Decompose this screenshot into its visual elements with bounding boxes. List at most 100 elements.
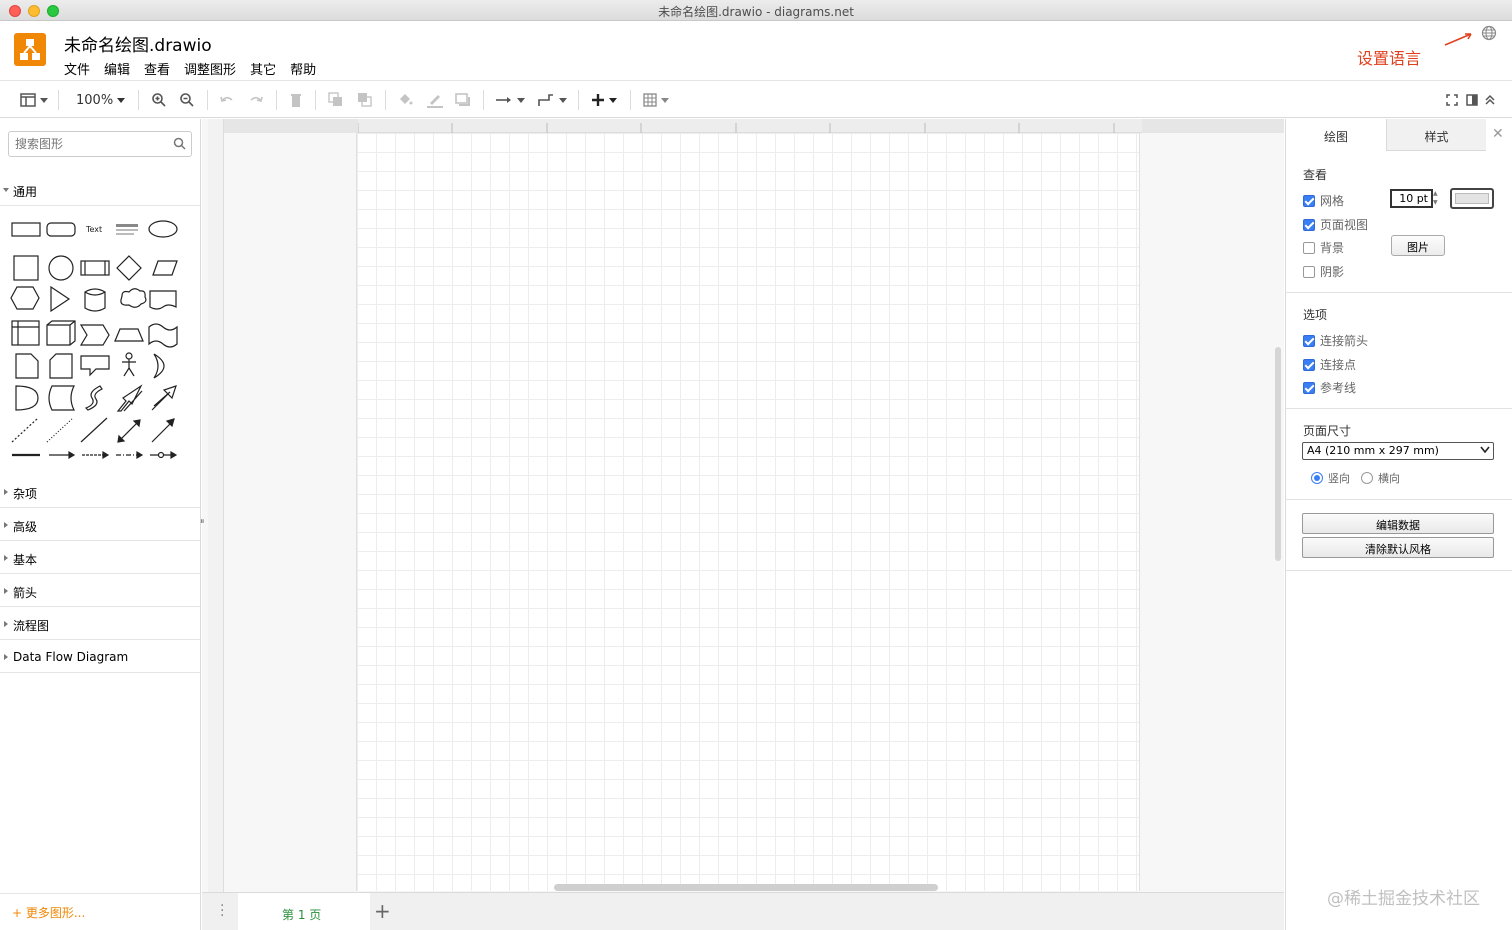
main-toolbar: 100% bbox=[0, 82, 1512, 118]
grid-size-stepper[interactable]: ▲ ▼ bbox=[1433, 189, 1438, 207]
chevron-down-icon bbox=[609, 97, 617, 103]
undo-icon bbox=[220, 96, 233, 102]
vertical-scrollbar[interactable] bbox=[1275, 347, 1281, 561]
zoom-in-button[interactable] bbox=[151, 88, 167, 112]
background-checkbox[interactable]: 背景 bbox=[1303, 239, 1344, 256]
page-tabs-bar: · · · 第 1 页 + bbox=[202, 892, 1284, 930]
more-shapes-link[interactable]: + 更多图形... bbox=[12, 904, 85, 921]
collapsed-triangle-icon bbox=[4, 654, 8, 660]
section-flowchart[interactable]: 流程图 bbox=[0, 607, 200, 640]
menu-extras[interactable]: 其它 bbox=[250, 59, 276, 78]
search-icon[interactable] bbox=[173, 137, 186, 150]
collapse-toolbar-button[interactable] bbox=[1484, 88, 1496, 112]
horizontal-ruler bbox=[224, 119, 1284, 133]
language-annotation: 设置语言 bbox=[1357, 49, 1422, 68]
section-advanced[interactable]: 高级 bbox=[0, 508, 200, 541]
portrait-radio[interactable]: 竖向 bbox=[1311, 470, 1350, 486]
edit-data-button[interactable]: 编辑数据 bbox=[1302, 513, 1494, 534]
format-panel-toggle[interactable] bbox=[20, 88, 48, 112]
section-arrows[interactable]: 箭头 bbox=[0, 574, 200, 607]
connection-points-label: 连接点 bbox=[1320, 358, 1357, 372]
close-icon[interactable]: ✕ bbox=[1492, 126, 1504, 142]
section-misc-label: 杂项 bbox=[13, 487, 38, 501]
zoom-value: 100% bbox=[76, 92, 114, 108]
search-shapes-input[interactable] bbox=[15, 133, 165, 155]
zoom-select[interactable]: 100% bbox=[76, 88, 126, 112]
tab-style[interactable]: 样式 bbox=[1386, 119, 1486, 151]
watermark: @稀土掘金技术社区 bbox=[1327, 889, 1480, 909]
section-data-flow-diagram[interactable]: Data Flow Diagram bbox=[0, 640, 200, 673]
redo-button[interactable] bbox=[248, 88, 264, 112]
section-general[interactable]: 通用 bbox=[0, 173, 200, 206]
chevron-down-icon bbox=[517, 97, 525, 103]
fill-color-button[interactable] bbox=[397, 88, 413, 112]
shadow-checkbox[interactable]: 阴影 bbox=[1303, 263, 1344, 280]
shadow-button[interactable] bbox=[455, 88, 471, 112]
page-menu-icon[interactable]: · · · bbox=[220, 899, 224, 923]
zoom-out-button[interactable] bbox=[179, 88, 195, 112]
paint-bucket-icon bbox=[400, 94, 413, 105]
section-flowchart-label: 流程图 bbox=[13, 619, 50, 633]
page-size-select[interactable]: A4 (210 mm x 297 mm) bbox=[1302, 442, 1494, 460]
language-globe-icon[interactable] bbox=[1481, 25, 1497, 41]
zoom-in-icon bbox=[152, 93, 166, 107]
section-advanced-label: 高级 bbox=[13, 520, 38, 534]
background-image-button[interactable]: 图片 bbox=[1391, 235, 1445, 256]
document-title[interactable]: 未命名绘图.drawio bbox=[64, 31, 212, 56]
annotation-arrow-icon bbox=[1444, 33, 1472, 46]
menu-arrange[interactable]: 调整图形 bbox=[184, 59, 236, 78]
format-panel: 绘图 样式 ✕ 查看 网格 10 pt ▲ ▼ 页面视图 背景 图片 阴影 选项 … bbox=[1285, 119, 1512, 930]
chevron-down-icon bbox=[661, 97, 669, 103]
grid-color-button[interactable] bbox=[1450, 188, 1494, 209]
page-view-checkbox[interactable]: 页面视图 bbox=[1303, 216, 1368, 233]
drawing-page[interactable] bbox=[356, 133, 1140, 891]
tab-diagram[interactable]: 绘图 bbox=[1286, 119, 1386, 151]
collapsed-triangle-icon bbox=[4, 621, 8, 627]
chevron-down-icon bbox=[117, 97, 126, 103]
waypoints-button[interactable] bbox=[537, 88, 567, 112]
page-size-heading: 页面尺寸 bbox=[1303, 424, 1352, 438]
table-button[interactable] bbox=[643, 88, 669, 112]
section-arrows-label: 箭头 bbox=[13, 586, 38, 600]
connection-arrows-label: 连接箭头 bbox=[1320, 334, 1369, 348]
section-basic[interactable]: 基本 bbox=[0, 541, 200, 574]
vertical-ruler bbox=[208, 119, 224, 892]
clear-default-style-button[interactable]: 清除默认风格 bbox=[1302, 537, 1494, 558]
zoom-out-icon bbox=[180, 93, 194, 107]
menu-edit[interactable]: 编辑 bbox=[104, 59, 130, 78]
add-page-button[interactable]: + bbox=[374, 899, 391, 923]
undo-button[interactable] bbox=[219, 88, 235, 112]
guides-checkbox[interactable]: 参考线 bbox=[1303, 379, 1356, 396]
general-shapes-palette[interactable]: Text bbox=[8, 214, 188, 464]
grid-size-input[interactable]: 10 pt bbox=[1390, 189, 1433, 208]
horizontal-scrollbar[interactable] bbox=[554, 884, 938, 891]
menu-file[interactable]: 文件 bbox=[64, 59, 90, 78]
section-general-label: 通用 bbox=[13, 185, 38, 199]
delete-button[interactable] bbox=[289, 88, 303, 112]
menu-view[interactable]: 查看 bbox=[144, 59, 170, 78]
collapsed-triangle-icon bbox=[4, 555, 8, 561]
diagram-canvas[interactable]: ⏸ bbox=[200, 119, 1284, 892]
connection-arrows-checkbox[interactable]: 连接箭头 bbox=[1303, 332, 1368, 349]
to-front-button[interactable] bbox=[328, 88, 344, 112]
line-color-button[interactable] bbox=[426, 88, 444, 112]
waypoint-icon bbox=[538, 94, 553, 106]
grid-checkbox[interactable]: 网格 bbox=[1303, 192, 1344, 209]
menu-bar: 文件 编辑 查看 调整图形 其它 帮助 bbox=[64, 59, 316, 78]
fullscreen-button[interactable] bbox=[1446, 88, 1458, 112]
sidebar-resize-handle[interactable]: ⏸ bbox=[200, 517, 205, 527]
menu-help[interactable]: 帮助 bbox=[290, 59, 316, 78]
landscape-radio[interactable]: 横向 bbox=[1361, 470, 1400, 486]
double-chevron-up-icon bbox=[1485, 94, 1495, 105]
connection-style-button[interactable] bbox=[495, 88, 525, 112]
shadow-icon bbox=[455, 93, 470, 106]
insert-button[interactable] bbox=[591, 88, 617, 112]
section-misc[interactable]: 杂项 bbox=[0, 475, 200, 508]
connection-points-checkbox[interactable]: 连接点 bbox=[1303, 356, 1356, 373]
section-dfd-label: Data Flow Diagram bbox=[13, 650, 129, 664]
search-box bbox=[8, 131, 192, 157]
to-back-button[interactable] bbox=[357, 88, 373, 112]
view-heading: 查看 bbox=[1303, 168, 1328, 182]
toggle-format-panel-button[interactable] bbox=[1466, 88, 1478, 112]
page-tab-1[interactable]: 第 1 页 bbox=[238, 893, 370, 930]
